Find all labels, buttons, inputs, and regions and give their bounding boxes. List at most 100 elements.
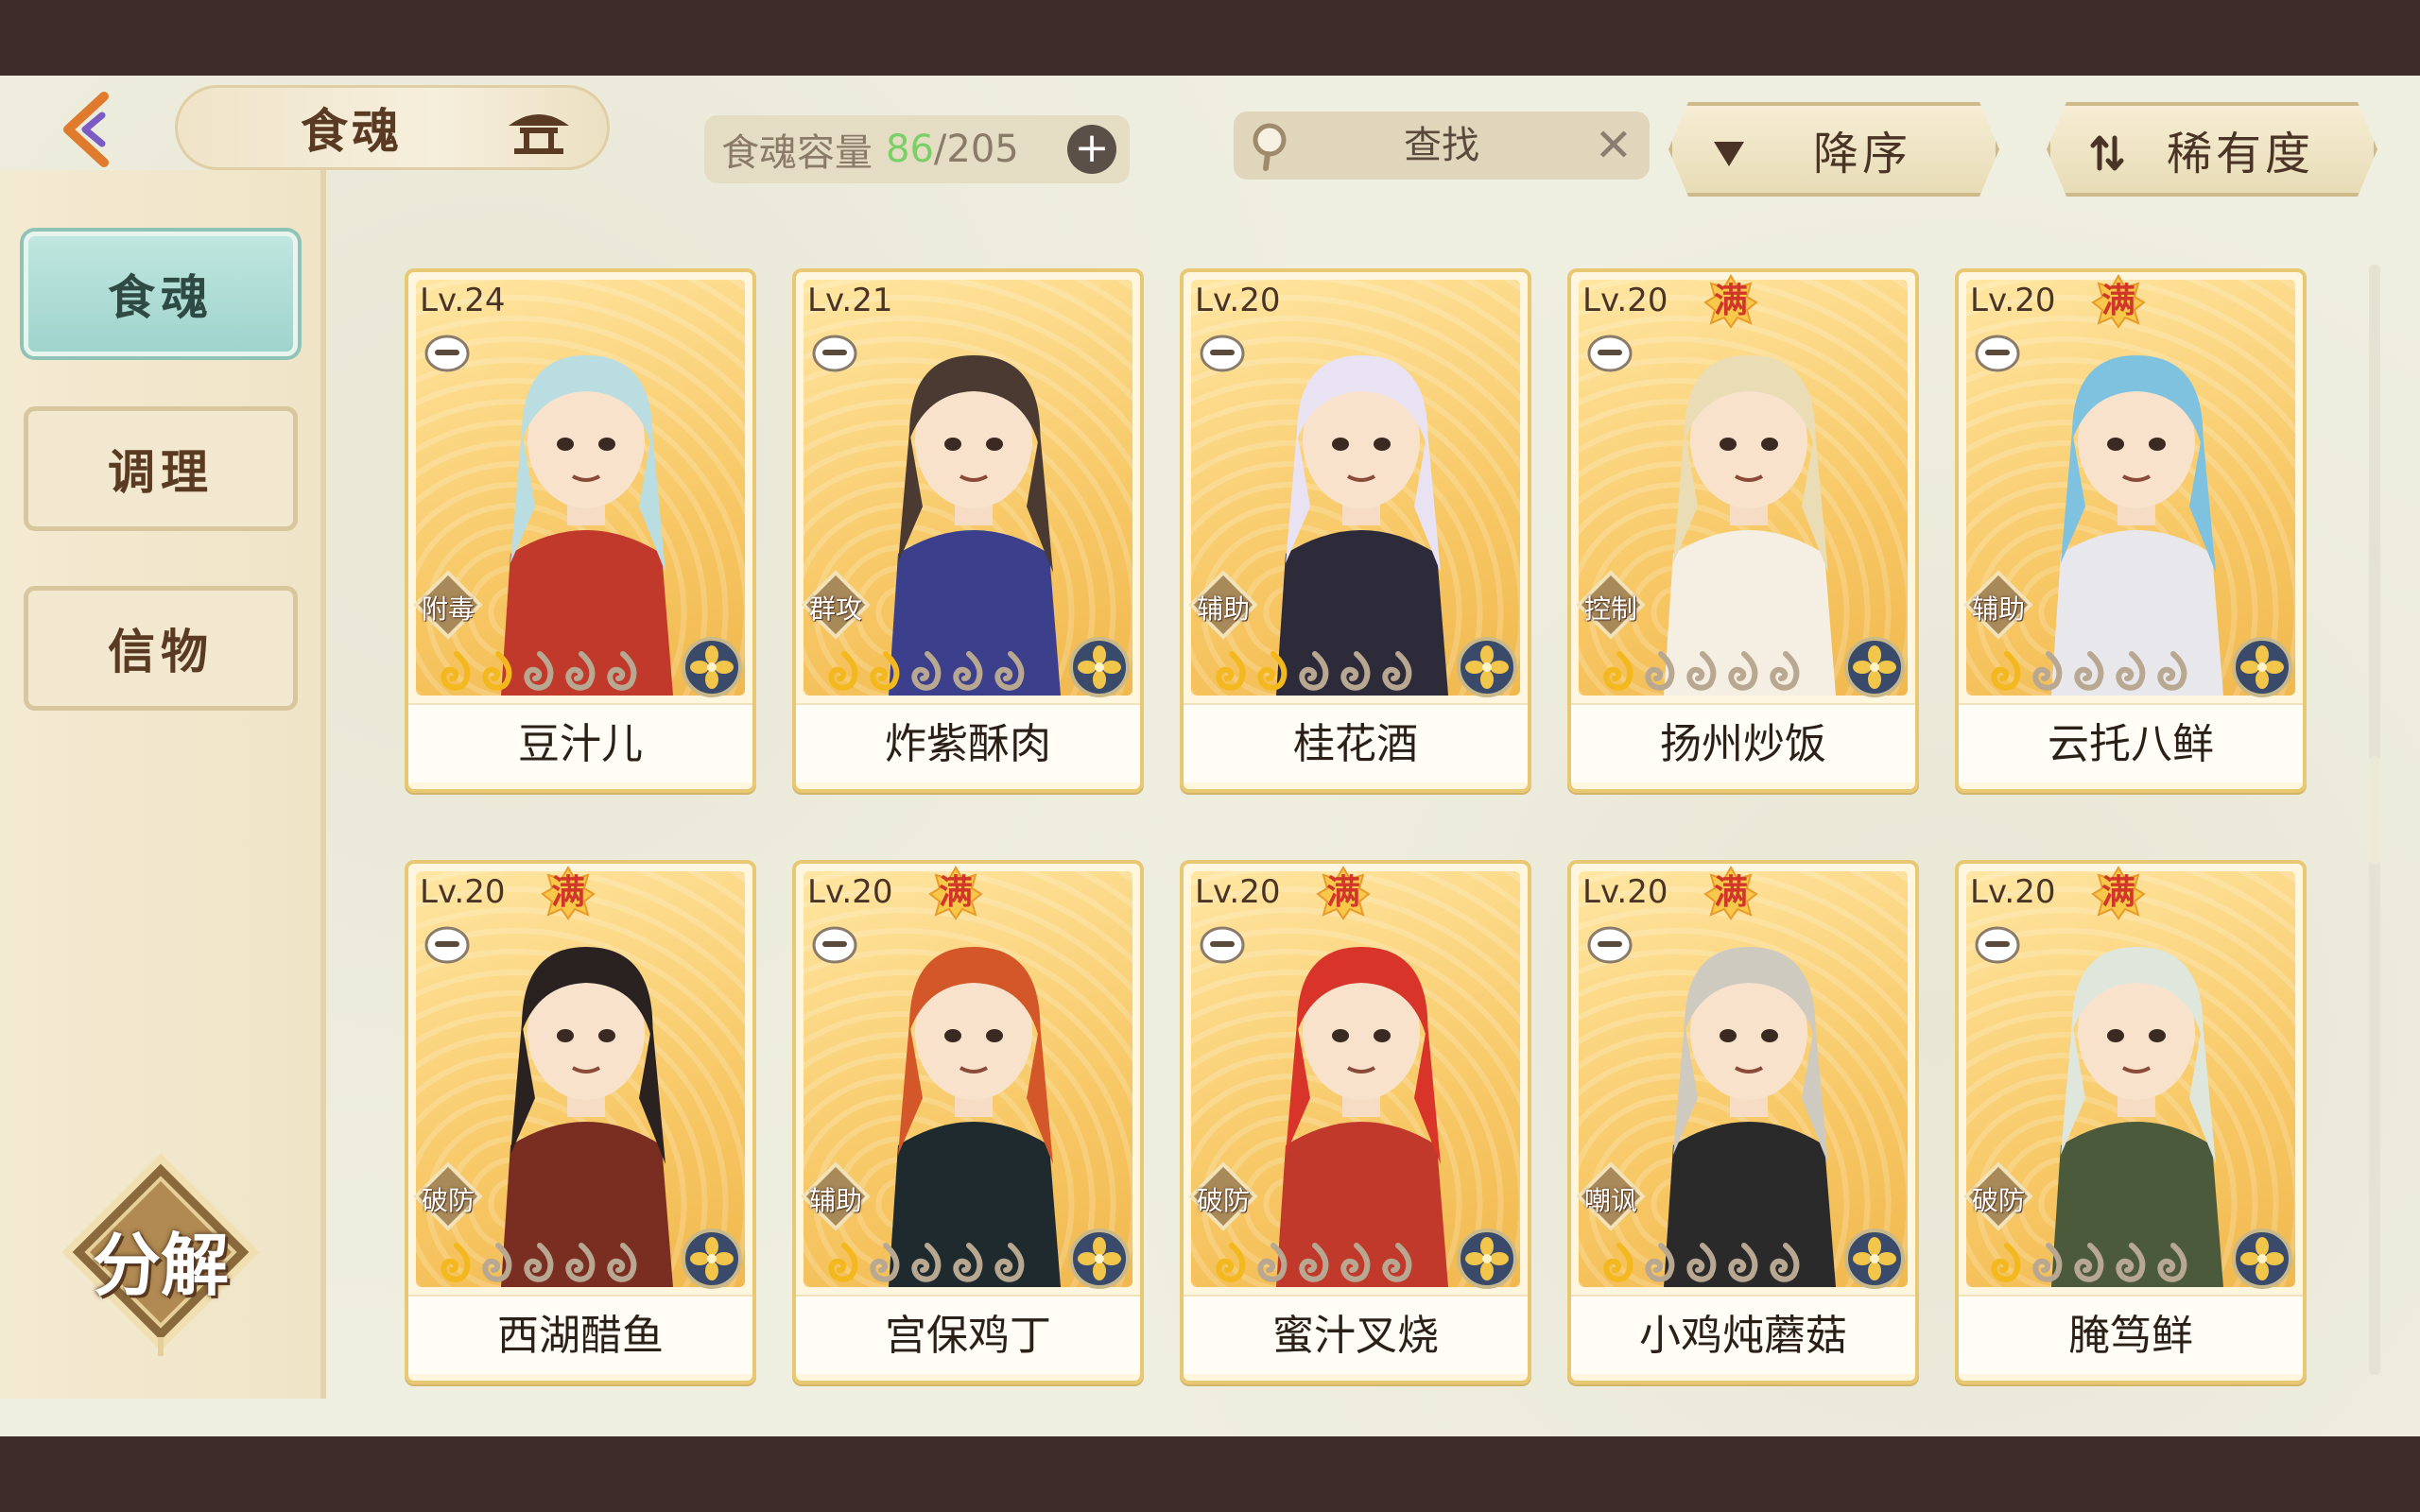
max-level-badge: 满	[1316, 866, 1371, 920]
role-label: 控制	[1583, 593, 1637, 625]
star-empty-icon	[1770, 651, 1800, 691]
pot-icon	[424, 926, 470, 964]
top-letterbox	[0, 0, 2420, 76]
food-soul-card[interactable]: Lv.20 满 破防 腌笃鲜	[1955, 860, 2307, 1384]
food-soul-name: 扬州炒饭	[1571, 703, 1915, 782]
page-title: 食魂	[301, 104, 403, 159]
pot-icon	[1975, 926, 2020, 964]
food-soul-card[interactable]: Lv.21 群攻 炸紫酥肉	[792, 268, 1144, 793]
pot-icon	[812, 335, 857, 372]
star-empty-icon	[1686, 1243, 1717, 1282]
flower-element-icon	[2232, 1228, 2292, 1289]
flower-element-icon	[1457, 1228, 1517, 1289]
sort-order-label: 降序	[1812, 128, 1911, 180]
star-filled-icon	[441, 651, 471, 691]
star-rating	[437, 1242, 643, 1285]
star-empty-icon	[1340, 1243, 1371, 1282]
game-screen: 食魂 食魂容量 86 /205 + 查找 ✕ 降序 稀有度 食魂 调理 信物 分…	[0, 0, 2420, 1512]
level-label: Lv.20	[420, 873, 506, 911]
food-soul-card[interactable]: Lv.20 满 破防 西湖醋鱼	[405, 860, 756, 1384]
star-empty-icon	[2074, 651, 2104, 691]
role-label: 嘲讽	[1583, 1185, 1637, 1216]
max-level-badge: 满	[2091, 866, 2146, 920]
food-soul-name: 桂花酒	[1184, 703, 1528, 782]
star-filled-icon	[1216, 1243, 1246, 1282]
flower-element-icon	[1844, 637, 1905, 697]
star-rating	[824, 650, 1030, 694]
star-empty-icon	[911, 651, 942, 691]
star-empty-icon	[1645, 651, 1675, 691]
decompose-button-label[interactable]: 分解	[57, 1210, 265, 1309]
star-filled-icon	[828, 1243, 858, 1282]
pot-icon	[1200, 335, 1245, 372]
star-filled-icon	[482, 651, 512, 691]
character-figure	[889, 355, 1061, 696]
star-empty-icon	[1257, 1243, 1288, 1282]
star-empty-icon	[565, 651, 596, 691]
back-button[interactable]	[38, 87, 142, 172]
max-level-badge: 满	[2091, 274, 2146, 329]
star-empty-icon	[953, 651, 983, 691]
star-empty-icon	[565, 1243, 596, 1282]
back-arrow-icon	[63, 92, 109, 167]
role-label: 辅助	[1971, 593, 2025, 625]
star-empty-icon	[994, 1243, 1025, 1282]
sort-order-button[interactable]: 降序	[1668, 102, 1999, 197]
character-figure	[501, 355, 673, 696]
tab-food-souls[interactable]: 食魂	[24, 232, 298, 356]
star-empty-icon	[2032, 1243, 2063, 1282]
capacity-label: 食魂容量	[721, 131, 873, 175]
role-label: 辅助	[808, 1185, 862, 1216]
pot-icon	[424, 335, 470, 372]
star-rating	[1212, 650, 1418, 694]
star-empty-icon	[524, 651, 554, 691]
pot-icon	[1587, 335, 1633, 372]
food-soul-card[interactable]: Lv.20 满 辅助 云托八鲜	[1955, 268, 2307, 793]
star-empty-icon	[1770, 1243, 1800, 1282]
flower-element-icon	[1457, 637, 1517, 697]
star-rating	[1987, 650, 2193, 694]
star-filled-icon	[441, 1243, 471, 1282]
star-filled-icon	[870, 651, 900, 691]
sort-key-button[interactable]: 稀有度	[2047, 102, 2377, 197]
role-label: 破防	[421, 1185, 475, 1216]
star-rating	[1599, 650, 1806, 694]
food-soul-name: 宫保鸡丁	[796, 1295, 1140, 1374]
tab-tokens[interactable]: 信物	[24, 586, 298, 711]
level-label: Lv.20	[1195, 873, 1281, 911]
food-soul-card[interactable]: Lv.24 附毒 豆汁儿	[405, 268, 756, 793]
swap-arrows-icon	[2090, 135, 2124, 171]
star-empty-icon	[524, 1243, 554, 1282]
character-figure	[889, 947, 1061, 1287]
flower-element-icon	[682, 1228, 742, 1289]
food-soul-name: 腌笃鲜	[1959, 1295, 2303, 1374]
search-field[interactable]: 查找 ✕	[1234, 112, 1650, 180]
character-figure	[1664, 947, 1836, 1287]
food-soul-card[interactable]: Lv.20 满 辅助 宫保鸡丁	[792, 860, 1144, 1384]
clear-search-icon[interactable]: ✕	[1595, 123, 1633, 168]
tab-conditioning[interactable]: 调理	[24, 406, 298, 531]
scrollbar-thumb[interactable]	[2369, 756, 2380, 865]
food-soul-card[interactable]: Lv.20 满 控制 扬州炒饭	[1567, 268, 1919, 793]
star-filled-icon	[828, 651, 858, 691]
food-soul-card[interactable]: Lv.20 辅助 桂花酒	[1180, 268, 1531, 793]
max-level-text: 满	[2100, 873, 2135, 912]
add-capacity-button[interactable]: +	[1067, 125, 1116, 174]
food-soul-card[interactable]: Lv.20 满 破防 蜜汁叉烧	[1180, 860, 1531, 1384]
star-empty-icon	[607, 1243, 637, 1282]
star-empty-icon	[2157, 651, 2187, 691]
food-soul-name: 炸紫酥肉	[796, 703, 1140, 782]
food-soul-card[interactable]: Lv.20 满 嘲讽 小鸡炖蘑菇	[1567, 860, 1919, 1384]
character-figure	[1276, 355, 1448, 696]
star-empty-icon	[2032, 651, 2063, 691]
max-level-badge: 满	[541, 866, 596, 920]
star-empty-icon	[1645, 1243, 1675, 1282]
bottom-letterbox	[0, 1436, 2420, 1512]
role-label: 群攻	[808, 593, 862, 625]
star-filled-icon	[1991, 651, 2021, 691]
max-level-badge: 满	[1703, 274, 1758, 329]
star-empty-icon	[2157, 1243, 2187, 1282]
role-label: 附毒	[421, 593, 475, 625]
role-label: 破防	[1971, 1185, 2025, 1216]
star-empty-icon	[1728, 651, 1758, 691]
